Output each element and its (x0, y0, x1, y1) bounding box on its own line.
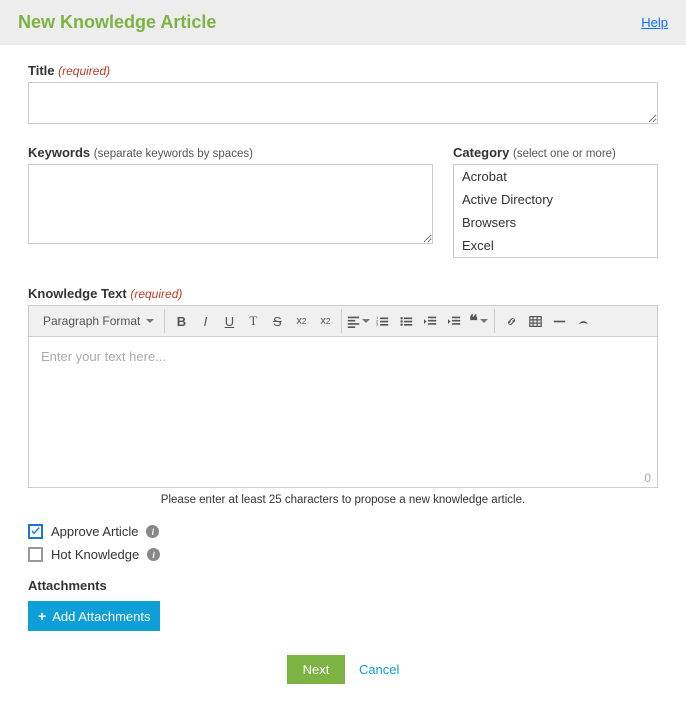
italic-button[interactable]: I (193, 310, 217, 332)
keywords-label-text: Keywords (28, 145, 90, 160)
title-input[interactable] (28, 82, 658, 124)
category-item[interactable]: Active Directory (454, 188, 657, 211)
knowledge-text-label-text: Knowledge Text (28, 286, 127, 301)
approve-article-checkbox[interactable] (28, 524, 43, 539)
hot-knowledge-label: Hot Knowledge (51, 547, 139, 562)
horizontal-rule-button[interactable] (547, 310, 571, 332)
keywords-hint: (separate keywords by spaces) (94, 148, 253, 160)
knowledge-text-label: Knowledge Text (required) (28, 286, 658, 301)
ordered-list-button[interactable]: 123 (370, 310, 394, 332)
link-button[interactable] (499, 310, 523, 332)
keywords-input[interactable] (28, 164, 433, 244)
title-label-text: Title (28, 63, 55, 78)
help-link[interactable]: Help (641, 15, 668, 30)
clear-format-button[interactable] (571, 310, 595, 332)
strikethrough-button[interactable]: S (265, 310, 289, 332)
outdent-button[interactable] (418, 310, 442, 332)
keywords-label: Keywords (separate keywords by spaces) (28, 145, 433, 160)
attachments-label: Attachments (28, 578, 658, 593)
category-item[interactable]: Acrobat (454, 165, 657, 188)
bold-button[interactable]: B (169, 310, 193, 332)
add-attachments-text: Add Attachments (52, 609, 150, 624)
superscript-button[interactable]: x2 (313, 310, 337, 332)
svg-text:3: 3 (376, 321, 379, 326)
chevron-down-icon (146, 319, 154, 323)
title-label: Title (required) (28, 63, 658, 78)
plus-icon: + (38, 608, 46, 624)
add-attachments-button[interactable]: + Add Attachments (28, 601, 160, 631)
chevron-down-icon (480, 319, 488, 323)
hot-knowledge-checkbox[interactable] (28, 547, 43, 562)
align-button[interactable] (346, 310, 370, 332)
category-item[interactable]: Hardware (454, 257, 657, 258)
paragraph-format-dropdown[interactable]: Paragraph Format (37, 314, 160, 328)
cancel-button[interactable]: Cancel (359, 662, 399, 677)
helper-text: Please enter at least 25 characters to p… (28, 494, 658, 506)
font-button[interactable]: T (241, 310, 265, 332)
category-hint: (select one or more) (513, 148, 616, 160)
category-item[interactable]: Excel (454, 234, 657, 257)
editor-toolbar: Paragraph Format B I U T S x2 x2 123 (29, 306, 657, 337)
category-label: Category (select one or more) (453, 145, 658, 160)
char-count: 0 (644, 471, 651, 485)
quote-button[interactable]: ❝ (466, 310, 490, 332)
next-button[interactable]: Next (287, 655, 346, 684)
editor-body[interactable]: Enter your text here... 0 (29, 337, 657, 487)
title-required: (required) (58, 64, 110, 78)
category-item[interactable]: Browsers (454, 211, 657, 234)
approve-article-label: Approve Article (51, 524, 138, 539)
paragraph-format-label: Paragraph Format (43, 314, 140, 328)
info-icon[interactable]: i (146, 525, 159, 538)
indent-button[interactable] (442, 310, 466, 332)
editor-placeholder: Enter your text here... (41, 349, 166, 364)
subscript-button[interactable]: x2 (289, 310, 313, 332)
rich-text-editor: Paragraph Format B I U T S x2 x2 123 (28, 305, 658, 488)
page-title: New Knowledge Article (18, 12, 216, 33)
table-button[interactable] (523, 310, 547, 332)
underline-button[interactable]: U (217, 310, 241, 332)
category-label-text: Category (453, 145, 509, 160)
knowledge-text-required: (required) (130, 287, 182, 301)
info-icon[interactable]: i (147, 548, 160, 561)
category-listbox[interactable]: Acrobat Active Directory Browsers Excel … (453, 164, 658, 258)
chevron-down-icon (362, 319, 370, 323)
unordered-list-button[interactable] (394, 310, 418, 332)
